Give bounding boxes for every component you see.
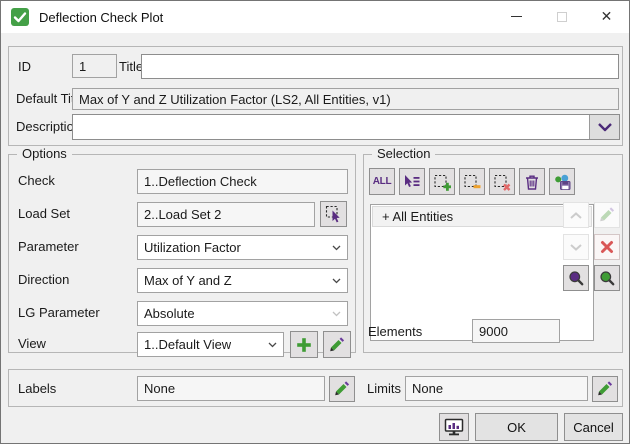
magnifier-purple-icon	[567, 269, 585, 287]
add-view-button[interactable]	[290, 331, 318, 358]
selection-legend: Selection	[372, 146, 435, 161]
edit-limits-button[interactable]	[592, 376, 618, 402]
pencil-icon	[333, 380, 351, 398]
labels-label: Labels	[18, 381, 56, 397]
cancel-button[interactable]: Cancel	[564, 413, 623, 441]
ok-button[interactable]: OK	[475, 413, 558, 441]
id-field: 1	[72, 54, 117, 78]
chevron-down-icon	[268, 342, 277, 348]
clear-selection-button[interactable]	[519, 168, 545, 195]
load-set-field: 2..Load Set 2	[137, 202, 315, 227]
minimize-icon	[511, 16, 522, 17]
selection-group: Selection ALL	[363, 154, 623, 353]
move-down-button	[563, 234, 589, 260]
minimize-button[interactable]	[494, 1, 539, 32]
save-selection-icon	[553, 173, 571, 191]
limits-field: None	[405, 376, 588, 401]
preview-plot-button[interactable]	[439, 413, 469, 441]
window-title: Deflection Check Plot	[39, 10, 163, 25]
direction-value: Max of Y and Z	[144, 273, 232, 288]
magnifier-green-icon	[598, 269, 616, 287]
zoom-all-button[interactable]	[594, 265, 620, 291]
lg-parameter-value: Absolute	[144, 306, 195, 321]
delete-item-button[interactable]	[594, 234, 620, 260]
remove-selection-button[interactable]	[489, 168, 515, 195]
move-up-button	[563, 202, 589, 228]
elements-field: 9000	[472, 319, 560, 343]
labels-field: None	[137, 376, 325, 401]
monitor-chart-icon	[444, 418, 464, 437]
chevron-down-icon	[569, 243, 583, 252]
labels-limits-group: Labels None Limits None	[8, 369, 623, 407]
pencil-icon	[598, 206, 616, 224]
check-field: 1..Deflection Check	[137, 169, 348, 194]
pencil-icon	[328, 336, 346, 354]
deflection-check-plot-dialog: Deflection Check Plot ✕ ID 1 Title Defau…	[0, 0, 630, 444]
maximize-icon	[557, 12, 567, 22]
chevron-down-icon	[332, 278, 341, 284]
cursor-list-icon	[403, 173, 421, 191]
elements-label: Elements	[368, 324, 422, 340]
list-item[interactable]: + All Entities	[372, 206, 592, 227]
select-cursor-icon	[325, 205, 343, 223]
options-legend: Options	[17, 146, 72, 161]
title-bar[interactable]: Deflection Check Plot ✕	[1, 1, 629, 33]
view-value: 1..Default View	[144, 337, 231, 352]
maximize-button	[539, 1, 584, 32]
description-dropdown-button[interactable]	[589, 115, 619, 139]
load-set-label: Load Set	[18, 206, 70, 222]
red-x-icon	[600, 240, 614, 254]
lg-parameter-combobox: Absolute	[137, 301, 348, 326]
window-controls: ✕	[494, 1, 629, 32]
load-set-picker-button[interactable]	[320, 201, 347, 227]
pencil-icon	[596, 380, 614, 398]
saved-selections-button[interactable]	[549, 168, 575, 195]
green-check-icon	[11, 8, 29, 26]
id-label: ID	[18, 59, 31, 75]
title-label: Title	[119, 59, 143, 75]
direction-combobox[interactable]: Max of Y and Z	[137, 268, 348, 293]
close-button[interactable]: ✕	[584, 1, 629, 32]
select-from-list-button[interactable]	[399, 168, 425, 195]
header-group: ID 1 Title Default Title Max of Y and Z …	[8, 46, 623, 146]
limits-label: Limits	[367, 381, 401, 397]
marquee-minus-icon	[463, 173, 481, 191]
marquee-plus-icon	[433, 173, 451, 191]
zoom-selection-button[interactable]	[563, 265, 589, 291]
edit-view-button[interactable]	[323, 331, 351, 358]
description-input[interactable]	[73, 115, 589, 139]
marquee-x-icon	[493, 173, 511, 191]
lg-parameter-label: LG Parameter	[18, 305, 100, 321]
parameter-value: Utilization Factor	[144, 240, 241, 255]
chevron-down-icon	[332, 245, 341, 251]
chevron-down-icon	[597, 122, 613, 132]
plus-icon	[295, 336, 313, 354]
title-input[interactable]	[141, 54, 619, 79]
select-all-button[interactable]: ALL	[369, 168, 395, 195]
view-label: View	[18, 336, 46, 352]
default-title-field: Max of Y and Z Utilization Factor (LS2, …	[72, 88, 619, 110]
subtract-from-selection-button[interactable]	[459, 168, 485, 195]
description-field-wrap	[72, 114, 620, 140]
parameter-combobox[interactable]: Utilization Factor	[137, 235, 348, 260]
view-combobox[interactable]: 1..Default View	[137, 332, 284, 357]
chevron-down-icon	[332, 311, 341, 317]
options-group: Options Check 1..Deflection Check Load S…	[8, 154, 356, 353]
add-to-selection-button[interactable]	[429, 168, 455, 195]
close-icon: ✕	[601, 8, 613, 25]
edit-item-button	[594, 202, 620, 228]
parameter-label: Parameter	[18, 239, 79, 255]
trash-icon	[523, 173, 541, 191]
chevron-up-icon	[569, 211, 583, 220]
all-label: ALL	[373, 176, 392, 187]
direction-label: Direction	[18, 272, 69, 288]
edit-labels-button[interactable]	[329, 376, 355, 402]
check-label: Check	[18, 173, 55, 189]
